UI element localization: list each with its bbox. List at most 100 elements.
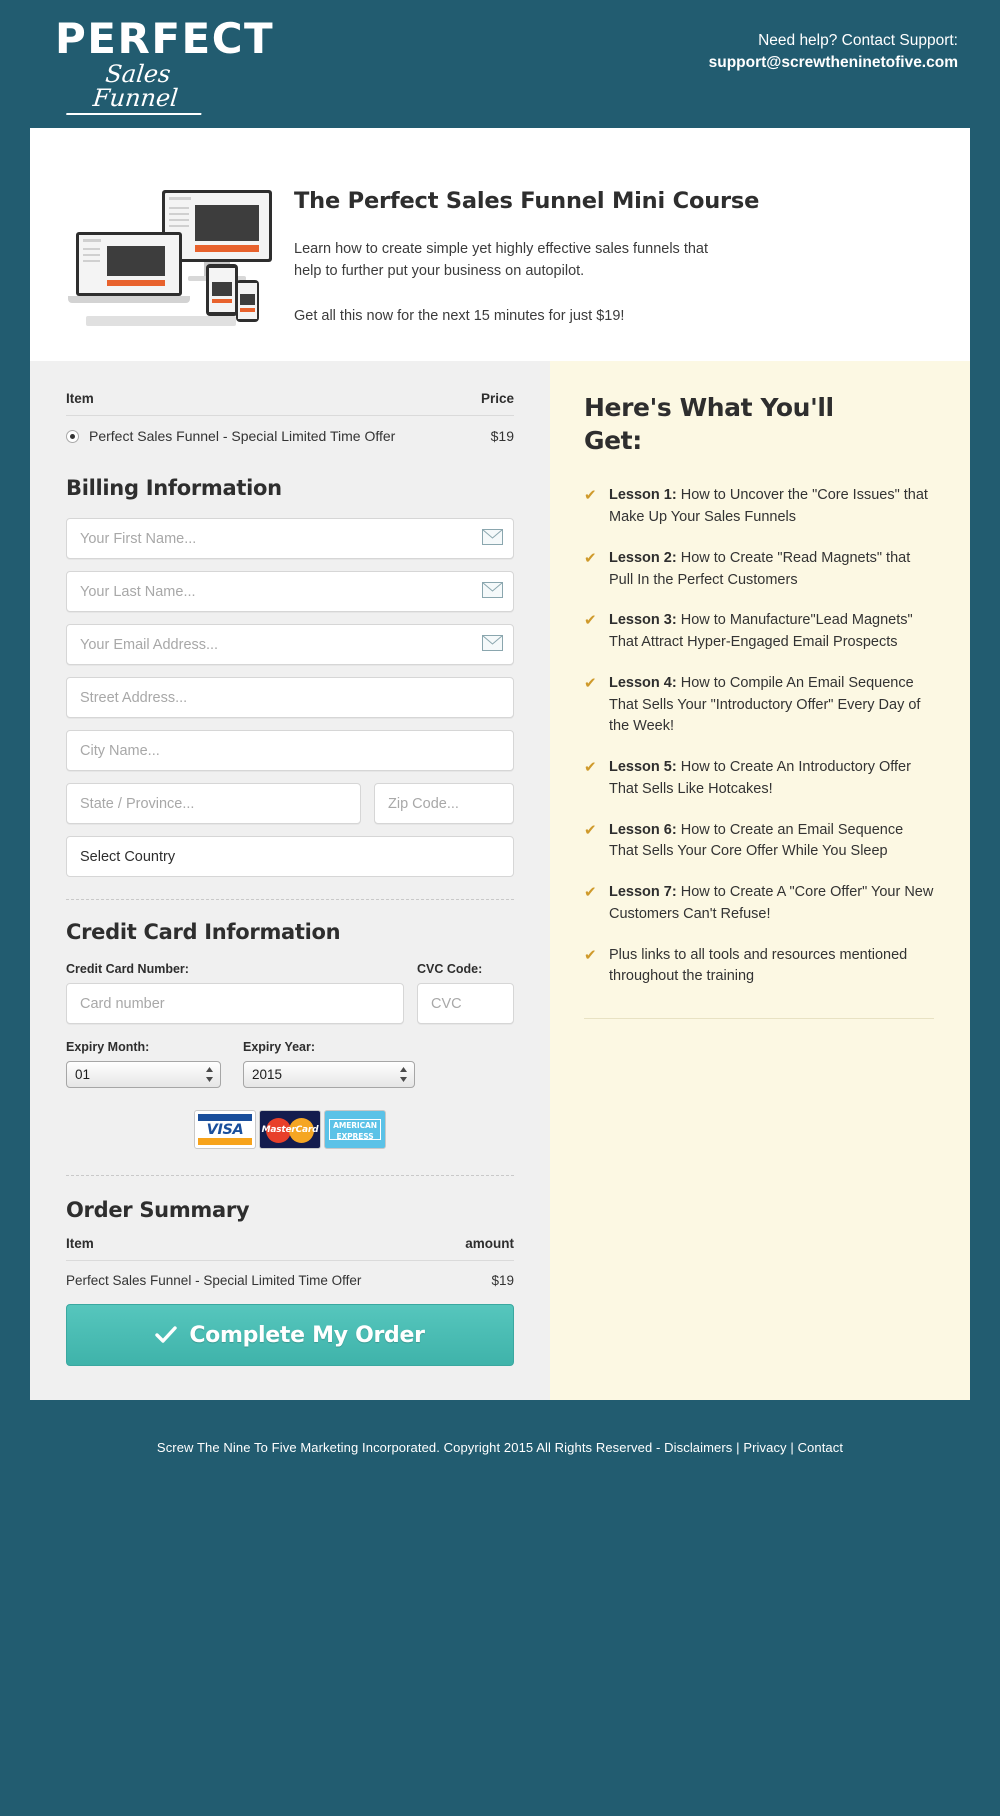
benefit-item: ✔ Lesson 3: How to Manufacture"Lead Magn… (584, 610, 934, 654)
benefit-item: ✔ Lesson 1: How to Uncover the "Core Iss… (584, 485, 934, 529)
laptop-mockup-icon (68, 232, 190, 303)
zip-field-wrap (374, 783, 514, 825)
support-prompt: Need help? Contact Support: (758, 32, 958, 49)
street-address-input[interactable] (66, 677, 514, 719)
support-email-link[interactable]: support@screwtheninetofive.com (709, 52, 958, 74)
street-field-wrap (66, 677, 514, 719)
expiry-month-group: Expiry Month: 01 (66, 1040, 221, 1089)
product-title: The Perfect Sales Funnel Mini Course (294, 188, 760, 214)
email-input[interactable] (66, 624, 514, 666)
visa-label: VISA (206, 1122, 244, 1139)
benefit-label: Lesson 4: (609, 674, 677, 691)
order-summary-title: Order Summary (66, 1198, 250, 1223)
summary-amount-col-label: amount (465, 1236, 514, 1252)
separator: | (786, 1440, 798, 1456)
product-devices-image (68, 188, 284, 326)
copyright-text: Screw The Nine To Five Marketing Incorpo… (156, 1440, 665, 1456)
benefit-item: ✔ Lesson 5: How to Create An Introductor… (584, 757, 934, 801)
product-copy: The Perfect Sales Funnel Mini Course Lea… (284, 166, 924, 327)
benefit-item: ✔ Lesson 7: How to Create A "Core Offer"… (584, 882, 934, 926)
item-col-label: Item (66, 391, 94, 407)
benefits-title: Here's What You'll Get: (584, 393, 834, 456)
check-icon: ✔ (584, 759, 597, 777)
card-number-label: Credit Card Number: (66, 962, 189, 977)
cvc-input[interactable] (417, 983, 514, 1025)
email-field-wrap (66, 624, 514, 666)
benefit-label: Lesson 7: (609, 884, 677, 901)
order-summary-row: Perfect Sales Funnel - Special Limited T… (66, 1261, 514, 1304)
expiry-month-select[interactable]: 01 (66, 1061, 221, 1089)
keyboard-mockup-icon (86, 316, 236, 326)
billing-section-title: Billing Information (66, 476, 282, 501)
check-icon: ✔ (584, 946, 597, 964)
benefit-item: ✔ Lesson 4: How to Compile An Email Sequ… (584, 673, 934, 738)
logo-main-text: PERFECT (55, 14, 275, 63)
city-input[interactable] (66, 730, 514, 772)
checkout-body: Item Price Perfect Sales Funnel - Specia… (30, 361, 970, 1401)
divider (66, 1175, 514, 1177)
state-field-wrap (66, 783, 361, 825)
benefit-item: ✔ Lesson 2: How to Create "Read Magnets"… (584, 548, 934, 592)
price-col-label: Price (480, 391, 514, 407)
benefit-item: ✔ Lesson 6: How to Create an Email Seque… (584, 820, 934, 864)
mastercard-label: MasterCard (261, 1125, 319, 1136)
expiry-month-value: 01 (75, 1067, 91, 1083)
benefit-label: Lesson 5: (609, 759, 677, 776)
brand-logo[interactable]: PERFECT Sales Funnel (55, 18, 274, 115)
city-field-wrap (66, 730, 514, 772)
summary-item-amount: $19 (491, 1273, 514, 1289)
expiry-year-select[interactable]: 2015 (243, 1061, 415, 1089)
summary-item-col-label: Item (66, 1236, 94, 1252)
check-icon: ✔ (584, 549, 597, 567)
complete-order-button[interactable]: Complete My Order (66, 1304, 514, 1367)
card-number-group: Credit Card Number: (66, 962, 404, 1025)
contact-link[interactable]: Contact (798, 1440, 844, 1455)
divider (66, 899, 514, 901)
check-icon: ✔ (584, 612, 597, 630)
expiry-row: Expiry Month: 01 Expiry Year: 2015 (66, 1040, 514, 1089)
card-number-input[interactable] (66, 983, 404, 1025)
benefit-label: Lesson 6: (609, 821, 677, 838)
site-footer: Screw The Nine To Five Marketing Incorpo… (0, 1400, 1000, 1506)
expiry-month-label: Expiry Month: (66, 1040, 150, 1055)
support-block: Need help? Contact Support: support@scre… (709, 30, 958, 75)
accepted-cards: VISA MasterCard AMERICAN EXPRESS (66, 1110, 514, 1150)
country-select[interactable]: Select Country (66, 836, 514, 878)
site-header: PERFECT Sales Funnel Need help? Contact … (0, 0, 1000, 128)
privacy-link[interactable]: Privacy (743, 1440, 786, 1455)
credit-card-section-title: Credit Card Information (66, 920, 341, 945)
benefit-text: Plus links to all tools and resources me… (609, 946, 908, 985)
tablet-mockup-icon (206, 264, 238, 316)
country-field-wrap: Select Country (66, 836, 514, 878)
checkmark-icon (155, 1326, 178, 1344)
check-icon: ✔ (584, 487, 597, 505)
state-zip-row (66, 783, 514, 836)
check-icon: ✔ (584, 674, 597, 692)
product-hero: The Perfect Sales Funnel Mini Course Lea… (30, 128, 970, 362)
item-radio-button[interactable] (66, 429, 79, 443)
benefit-label: Lesson 1: (609, 487, 677, 504)
phone-mockup-icon (236, 280, 259, 322)
product-price-line: Get all this now for the next 15 minutes… (294, 307, 625, 324)
checkout-card: The Perfect Sales Funnel Mini Course Lea… (30, 128, 970, 1401)
item-table: Item Price Perfect Sales Funnel - Specia… (66, 391, 514, 454)
product-description: Learn how to create simple yet highly ef… (294, 241, 709, 280)
benefit-label: Lesson 3: (609, 612, 677, 629)
amex-logo-icon: AMERICAN EXPRESS (324, 1110, 386, 1150)
benefit-item: ✔ Plus links to all tools and resources … (584, 945, 934, 989)
cvc-label: CVC Code: (417, 962, 483, 977)
logo-sub-text: Sales Funnel (66, 60, 207, 115)
expiry-year-value: 2015 (252, 1067, 283, 1083)
state-input[interactable] (66, 783, 361, 825)
item-table-row[interactable]: Perfect Sales Funnel - Special Limited T… (66, 416, 514, 454)
complete-order-label: Complete My Order (189, 1322, 425, 1348)
disclaimers-link[interactable]: Disclaimers (664, 1440, 732, 1455)
check-icon: ✔ (584, 821, 597, 839)
first-name-input[interactable] (66, 518, 514, 560)
item-name: Perfect Sales Funnel - Special Limited T… (89, 428, 396, 445)
last-name-input[interactable] (66, 571, 514, 613)
last-name-field-wrap (66, 571, 514, 613)
check-icon: ✔ (584, 884, 597, 902)
zip-code-input[interactable] (374, 783, 514, 825)
benefits-column: Here's What You'll Get: ✔ Lesson 1: How … (550, 361, 970, 1401)
